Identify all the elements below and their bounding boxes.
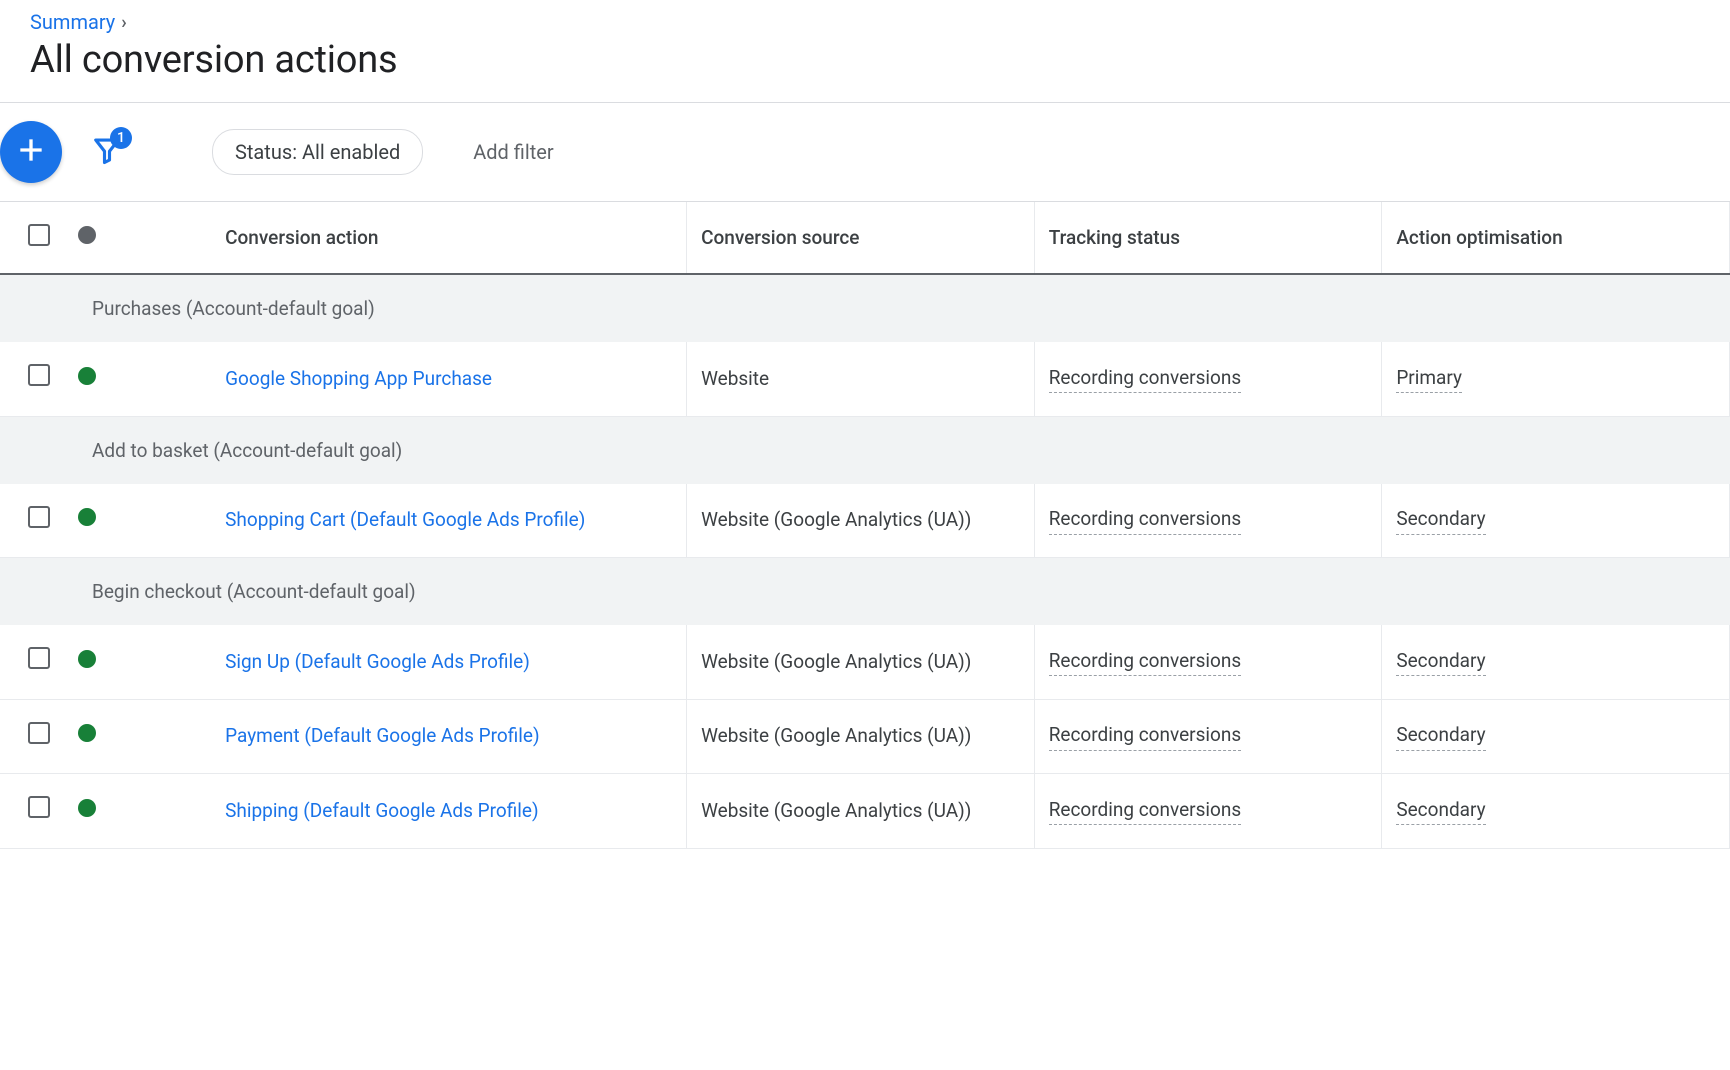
status-dot-icon — [78, 650, 96, 668]
row-name-cell: Shopping Cart (Default Google Ads Profil… — [165, 484, 686, 558]
table-row: Payment (Default Google Ads Profile) Webs… — [0, 699, 1730, 774]
row-checkbox[interactable] — [28, 364, 50, 386]
row-opt-cell: Secondary — [1382, 625, 1730, 699]
status-filter-chip[interactable]: Status: All enabled — [212, 129, 423, 175]
row-checkbox[interactable] — [28, 506, 50, 528]
header-checkbox-cell — [0, 202, 78, 274]
filter-button[interactable]: 1 — [92, 135, 122, 170]
row-checkbox-cell — [0, 699, 78, 774]
breadcrumb-summary-link[interactable]: Summary — [30, 10, 115, 34]
row-status-cell — [78, 625, 165, 699]
plus-icon — [15, 134, 47, 171]
row-tracking-cell: Recording conversions — [1034, 484, 1382, 558]
filter-icon — [92, 149, 122, 170]
tracking-status-text[interactable]: Recording conversions — [1049, 648, 1241, 677]
add-conversion-button[interactable] — [0, 121, 62, 183]
conversion-action-link[interactable]: Shipping (Default Google Ads Profile) — [225, 799, 538, 822]
table-row: Shopping Cart (Default Google Ads Profil… — [0, 484, 1730, 558]
header-status-cell — [78, 202, 165, 274]
row-status-cell — [78, 699, 165, 774]
row-tracking-cell: Recording conversions — [1034, 774, 1382, 849]
header-source[interactable]: Conversion source — [687, 202, 1035, 274]
row-source-cell: Website (Google Analytics (UA)) — [687, 774, 1035, 849]
row-checkbox-cell — [0, 625, 78, 699]
row-name-cell: Shipping (Default Google Ads Profile) — [165, 774, 686, 849]
row-checkbox-cell — [0, 774, 78, 849]
table-row: Shipping (Default Google Ads Profile) Web… — [0, 774, 1730, 849]
conversion-action-link[interactable]: Sign Up (Default Google Ads Profile) — [225, 650, 530, 673]
row-source-cell: Website (Google Analytics (UA)) — [687, 625, 1035, 699]
row-checkbox[interactable] — [28, 647, 50, 669]
row-name-cell: Sign Up (Default Google Ads Profile) — [165, 625, 686, 699]
action-optimisation-text[interactable]: Secondary — [1396, 648, 1485, 677]
row-source-cell: Website — [687, 342, 1035, 416]
group-label: Purchases (Account-default goal) — [0, 274, 1730, 342]
conversion-action-link[interactable]: Shopping Cart (Default Google Ads Profil… — [225, 508, 585, 531]
row-opt-cell: Secondary — [1382, 484, 1730, 558]
row-opt-cell: Secondary — [1382, 774, 1730, 849]
group-label: Begin checkout (Account-default goal) — [0, 558, 1730, 626]
status-dot-icon — [78, 799, 96, 817]
group-row: Purchases (Account-default goal) — [0, 274, 1730, 342]
chevron-right-icon: › — [121, 12, 126, 33]
conversion-action-link[interactable]: Google Shopping App Purchase — [225, 367, 492, 390]
status-dot-icon — [78, 508, 96, 526]
header-name[interactable]: Conversion action — [165, 202, 686, 274]
row-checkbox-cell — [0, 484, 78, 558]
group-row: Add to basket (Account-default goal) — [0, 416, 1730, 484]
status-dot-icon — [78, 367, 96, 385]
table-row: Google Shopping App Purchase Website Recor… — [0, 342, 1730, 416]
filter-badge: 1 — [110, 127, 132, 149]
group-label: Add to basket (Account-default goal) — [0, 416, 1730, 484]
tracking-status-text[interactable]: Recording conversions — [1049, 722, 1241, 751]
group-row: Begin checkout (Account-default goal) — [0, 558, 1730, 626]
status-dot-icon — [78, 724, 96, 742]
header-tracking[interactable]: Tracking status — [1034, 202, 1382, 274]
header-opt[interactable]: Action optimisation — [1382, 202, 1730, 274]
row-opt-cell: Primary — [1382, 342, 1730, 416]
row-status-cell — [78, 774, 165, 849]
tracking-status-text[interactable]: Recording conversions — [1049, 365, 1241, 394]
breadcrumb: Summary › — [30, 10, 1700, 34]
row-status-cell — [78, 484, 165, 558]
action-optimisation-text[interactable]: Secondary — [1396, 506, 1485, 535]
status-dot-icon — [78, 226, 96, 244]
row-checkbox[interactable] — [28, 796, 50, 818]
action-optimisation-text[interactable]: Primary — [1396, 365, 1462, 394]
row-status-cell — [78, 342, 165, 416]
table-header-row: Conversion action Conversion source Trac… — [0, 202, 1730, 274]
row-checkbox-cell — [0, 342, 78, 416]
conversion-action-link[interactable]: Payment (Default Google Ads Profile) — [225, 724, 539, 747]
table-row: Sign Up (Default Google Ads Profile) Webs… — [0, 625, 1730, 699]
select-all-checkbox[interactable] — [28, 224, 50, 246]
toolbar: 1 Status: All enabled Add filter — [0, 103, 1730, 202]
row-source-cell: Website (Google Analytics (UA)) — [687, 699, 1035, 774]
action-optimisation-text[interactable]: Secondary — [1396, 797, 1485, 826]
row-tracking-cell: Recording conversions — [1034, 625, 1382, 699]
action-optimisation-text[interactable]: Secondary — [1396, 722, 1485, 751]
add-filter-button[interactable]: Add filter — [473, 140, 553, 164]
row-checkbox[interactable] — [28, 722, 50, 744]
row-tracking-cell: Recording conversions — [1034, 699, 1382, 774]
conversion-actions-table: Conversion action Conversion source Trac… — [0, 202, 1730, 849]
row-opt-cell: Secondary — [1382, 699, 1730, 774]
row-name-cell: Google Shopping App Purchase — [165, 342, 686, 416]
tracking-status-text[interactable]: Recording conversions — [1049, 797, 1241, 826]
page-title: All conversion actions — [30, 38, 1700, 82]
tracking-status-text[interactable]: Recording conversions — [1049, 506, 1241, 535]
row-tracking-cell: Recording conversions — [1034, 342, 1382, 416]
row-name-cell: Payment (Default Google Ads Profile) — [165, 699, 686, 774]
page-header: Summary › All conversion actions — [0, 0, 1730, 103]
row-source-cell: Website (Google Analytics (UA)) — [687, 484, 1035, 558]
